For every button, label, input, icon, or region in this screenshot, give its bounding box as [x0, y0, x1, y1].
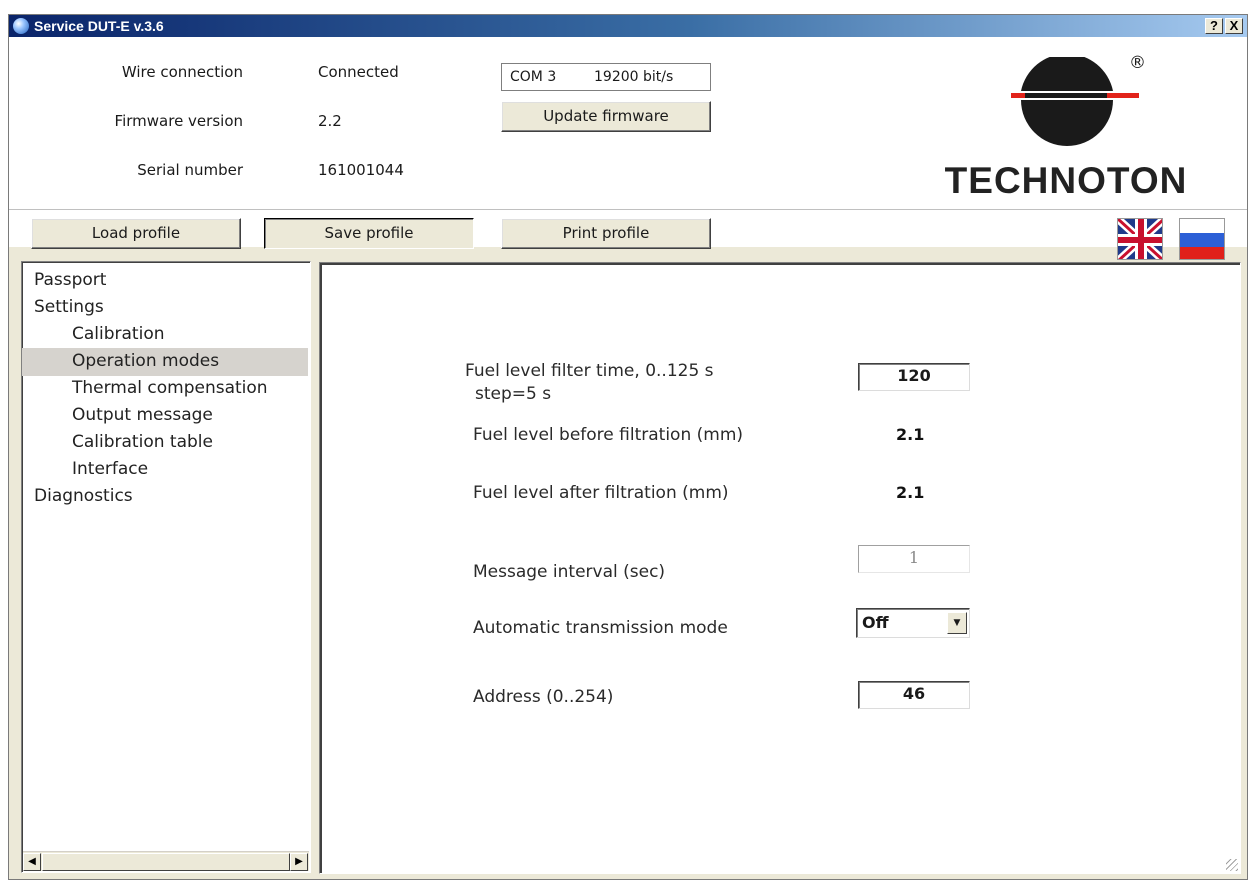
tree-item-output-message[interactable]: Output message — [22, 402, 308, 430]
navigation-tree[interactable]: Passport Settings Calibration Operation … — [21, 261, 311, 873]
resize-grip-icon[interactable] — [1226, 859, 1238, 871]
technoton-logo: ® TECHNOTON — [901, 53, 1231, 207]
close-button[interactable]: X — [1225, 18, 1243, 34]
firmware-version-label: Firmware version — [114, 112, 243, 130]
update-firmware-button[interactable]: Update firmware — [501, 101, 711, 132]
level-before-filtration-value: 2.1 — [896, 425, 925, 444]
load-profile-button[interactable]: Load profile — [31, 218, 241, 249]
horizontal-scrollbar[interactable]: ◀ ▶ — [23, 851, 309, 871]
baud-rate-value: 19200 bit/s — [594, 69, 674, 85]
wire-connection-label: Wire connection — [121, 63, 243, 81]
english-flag-icon[interactable] — [1117, 218, 1163, 260]
header-divider — [9, 209, 1247, 210]
tree-item-interface[interactable]: Interface — [22, 456, 308, 484]
tree-item-calibration[interactable]: Calibration — [22, 321, 308, 349]
port-settings-box[interactable]: COM 3 19200 bit/s — [501, 63, 711, 91]
scroll-left-arrow-icon[interactable]: ◀ — [23, 853, 41, 871]
app-globe-icon — [13, 18, 29, 34]
message-interval-input[interactable]: 1 — [858, 545, 970, 573]
registered-mark: ® — [1129, 53, 1146, 73]
tree-item-passport[interactable]: Passport — [22, 267, 308, 295]
filter-time-input[interactable]: 120 — [858, 363, 970, 391]
auto-transmission-value: Off — [862, 613, 889, 632]
level-after-filtration-value: 2.1 — [896, 483, 925, 502]
level-before-filtration-label: Fuel level before filtration (mm) — [473, 425, 744, 445]
tree-item-diagnostics[interactable]: Diagnostics — [22, 483, 308, 511]
technoton-emblem-icon — [1011, 53, 1139, 146]
filter-time-step-label: step=5 s — [475, 384, 552, 404]
scroll-right-arrow-icon[interactable]: ▶ — [290, 853, 308, 871]
help-button[interactable]: ? — [1205, 18, 1223, 34]
com-port-value: COM 3 — [510, 69, 557, 85]
app-window: Service DUT-E v.3.6 ? X Wire connection … — [8, 14, 1248, 880]
tree-item-thermal-compensation[interactable]: Thermal compensation — [22, 375, 308, 403]
header-panel: Wire connection Connected COM 3 19200 bi… — [9, 37, 1247, 260]
title-bar[interactable]: Service DUT-E v.3.6 ? X — [9, 15, 1247, 37]
save-profile-button[interactable]: Save profile — [264, 218, 474, 249]
window-title: Service DUT-E v.3.6 — [34, 18, 164, 34]
serial-number-label: Serial number — [137, 161, 243, 179]
tree-item-settings[interactable]: Settings — [22, 294, 308, 322]
level-after-filtration-label: Fuel level after filtration (mm) — [473, 483, 729, 503]
operation-modes-panel: Fuel level filter time, 0..125 s step=5 … — [319, 262, 1241, 874]
address-label: Address (0..254) — [473, 687, 614, 707]
wire-connection-value: Connected — [318, 63, 399, 81]
chevron-down-icon[interactable]: ▼ — [947, 612, 967, 634]
message-interval-label: Message interval (sec) — [473, 562, 666, 582]
filter-time-label: Fuel level filter time, 0..125 s — [465, 361, 714, 381]
serial-number-value: 161001044 — [318, 161, 404, 179]
firmware-version-value: 2.2 — [318, 112, 342, 130]
technoton-wordmark: TECHNOTON — [944, 160, 1188, 201]
auto-transmission-label: Automatic transmission mode — [473, 618, 728, 638]
tree-item-calibration-table[interactable]: Calibration table — [22, 429, 308, 457]
tree-item-operation-modes[interactable]: Operation modes — [22, 348, 308, 376]
print-profile-button[interactable]: Print profile — [501, 218, 711, 249]
russian-flag-icon[interactable] — [1179, 218, 1225, 260]
scrollbar-thumb[interactable] — [42, 853, 290, 871]
address-input[interactable]: 46 — [858, 681, 970, 709]
auto-transmission-select[interactable]: Off ▼ — [856, 608, 970, 638]
